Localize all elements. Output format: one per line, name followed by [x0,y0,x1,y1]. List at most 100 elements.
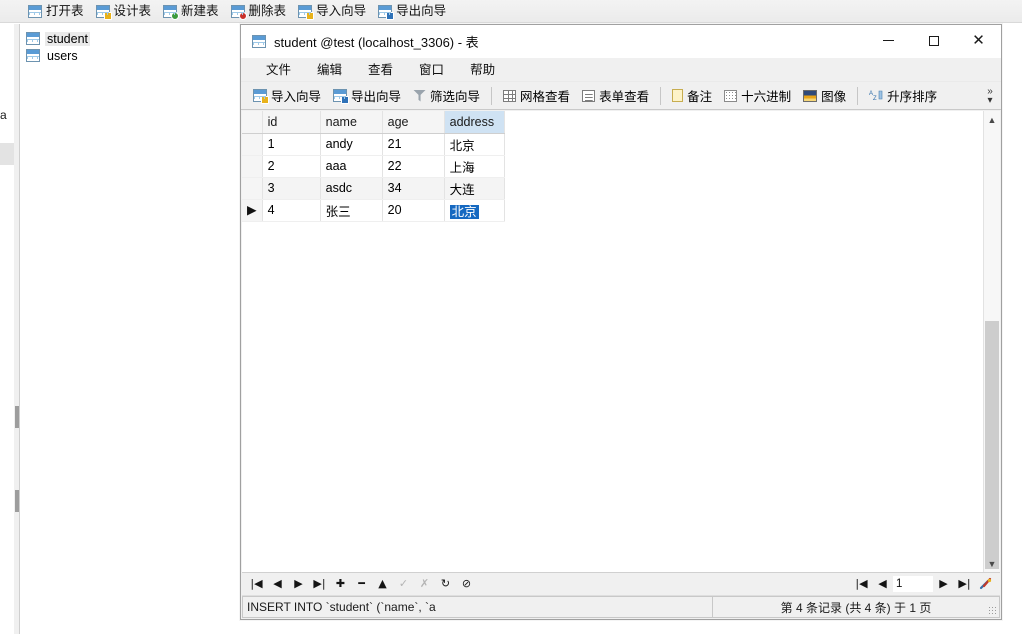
toolbar-button-form-view[interactable]: 表单查看 [576,84,655,108]
delete-record-button[interactable]: ━ [351,574,372,594]
export-wizard-icon [378,4,395,20]
cell-id[interactable]: 1 [262,133,321,156]
cell-address[interactable]: 上海 [444,155,505,178]
splitter-grip-top[interactable] [15,406,19,428]
toolbar-button-memo[interactable]: 备注 [666,84,718,108]
first-page-button[interactable]: |◀ [851,574,872,594]
last-record-button[interactable]: ▶| [309,574,330,594]
menu-item-window[interactable]: 窗口 [406,58,457,82]
cell-id[interactable]: 2 [262,155,321,178]
form-view-icon [582,89,596,102]
toolbar-button-design-table[interactable]: 设计表 [90,1,158,22]
tree-item-label: student [45,31,91,46]
toolbar-overflow-button[interactable]: » ▾ [982,82,998,110]
cell-address[interactable]: 北京 [444,133,505,156]
scroll-up-icon[interactable]: ▲ [984,111,1000,128]
toolbar-button-label: 导出向导 [351,90,402,104]
toolbar-button-label: 筛选向导 [430,90,481,104]
cell-address-selected[interactable]: 北京 [444,199,505,222]
row-marker[interactable] [242,177,263,200]
prev-record-button[interactable]: ◀ [267,574,288,594]
cell-name[interactable]: aaa [320,155,383,178]
row-selector-header[interactable] [242,111,263,134]
menu-item-view[interactable]: 查看 [355,58,406,82]
maximize-button[interactable] [911,25,956,57]
toolbar-button-label: 十六进制 [741,90,792,104]
add-record-button[interactable]: ✚ [330,574,351,594]
toolbar-button-sort-ascending[interactable]: A Z 升序排序 [863,84,943,108]
toolbar-button-open-table[interactable]: 打开表 [22,1,90,22]
toolbar-button-new-table[interactable]: 新建表 [157,1,225,22]
data-grid-scroll-host: id name age address 1 andy 21 北京 2 aaa 2… [242,111,983,572]
toolbar-button-grid-view[interactable]: 网格查看 [497,84,576,108]
splitter-grip-bottom[interactable] [15,490,19,512]
table-data-window: student @test (localhost_3306) - 表 ✕ 文件 … [240,24,1002,620]
column-header-id[interactable]: id [262,111,321,134]
new-table-icon [163,4,180,20]
cell-age[interactable]: 20 [382,199,445,222]
first-record-button[interactable]: |◀ [246,574,267,594]
toolbar-button-export-wizard[interactable]: 导出向导 [372,1,452,22]
menu-item-help[interactable]: 帮助 [457,58,508,82]
column-header-age[interactable]: age [382,111,445,134]
cell-name[interactable]: asdc [320,177,383,200]
cell-name[interactable]: andy [320,133,383,156]
column-header-address[interactable]: address [444,111,505,134]
toolbar-button-delete-table[interactable]: 删除表 [225,1,293,22]
cell-id[interactable]: 3 [262,177,321,200]
grid-scrollbar-thumb[interactable] [985,321,999,569]
resize-grip-icon[interactable] [988,606,997,615]
toolbar-button-image[interactable]: 图像 [797,84,852,108]
main-toolbar: 打开表 设计表 新建表 删除表 导入向导 导出向导 [0,0,1022,23]
toolbar-button-label: 设计表 [113,3,152,18]
toolbar-button-import-wizard[interactable]: 导入向导 [247,84,327,108]
menu-item-file[interactable]: 文件 [253,58,304,82]
current-row-marker[interactable]: ▶ [242,199,263,222]
table-row[interactable]: 1 andy 21 北京 [242,133,505,156]
cell-age[interactable]: 21 [382,133,445,156]
toolbar-button-hex[interactable]: 十六进制 [718,84,797,108]
next-page-button[interactable]: ▶ [933,574,954,594]
table-row[interactable]: 3 asdc 34 大连 [242,177,505,200]
menu-item-edit[interactable]: 编辑 [304,58,355,82]
column-header-name[interactable]: name [320,111,383,134]
cell-address[interactable]: 大连 [444,177,505,200]
stop-button[interactable]: ⊘ [456,574,477,594]
menu-bar: 文件 编辑 查看 窗口 帮助 [241,58,1001,82]
toolbar-button-filter-wizard[interactable]: 筛选向导 [407,84,486,108]
toolbar-button-export-wizard[interactable]: 导出向导 [327,84,407,108]
data-grid-header-row: id name age address [242,111,505,134]
row-marker[interactable] [242,155,263,178]
next-record-button[interactable]: ▶ [288,574,309,594]
prev-page-button[interactable]: ◀ [872,574,893,594]
tree-item-student[interactable]: student [20,30,249,47]
tree-item-users[interactable]: users [20,47,249,64]
refresh-button[interactable]: ↻ [435,574,456,594]
minimize-button[interactable] [866,25,911,57]
status-sql-text: INSERT INTO `student` (`name`, `a [242,596,712,618]
scroll-down-icon[interactable]: ▼ [984,555,1000,572]
status-bar: INSERT INTO `student` (`name`, `a 第 4 条记… [242,595,1000,618]
pencil-badge-icon [103,11,112,20]
close-button[interactable]: ✕ [956,25,1001,57]
table-row[interactable]: 2 aaa 22 上海 [242,155,505,178]
cell-id[interactable]: 4 [262,199,321,222]
apply-change-button[interactable]: ✓ [393,574,414,594]
cell-name[interactable]: 张三 [320,199,383,222]
grid-options-button[interactable] [975,574,996,594]
selected-cell-value: 北京 [449,204,479,219]
window-title-bar[interactable]: student @test (localhost_3306) - 表 ✕ [241,25,1001,58]
cancel-change-button[interactable]: ✗ [414,574,435,594]
page-number-input[interactable]: 1 [893,575,933,592]
edit-record-button[interactable]: ▲ [372,574,393,594]
toolbar-button-import-wizard[interactable]: 导入向导 [292,1,372,22]
row-marker[interactable] [242,133,263,156]
last-page-button[interactable]: ▶| [954,574,975,594]
cell-age[interactable]: 34 [382,177,445,200]
grid-vertical-scrollbar[interactable]: ▲ ▼ [983,111,1000,572]
cell-age[interactable]: 22 [382,155,445,178]
object-tree-pane: student users [20,24,250,506]
table-row[interactable]: ▶ 4 张三 20 北京 [242,199,505,222]
data-grid-area: id name age address 1 andy 21 北京 2 aaa 2… [242,111,1000,572]
image-icon [803,89,818,102]
